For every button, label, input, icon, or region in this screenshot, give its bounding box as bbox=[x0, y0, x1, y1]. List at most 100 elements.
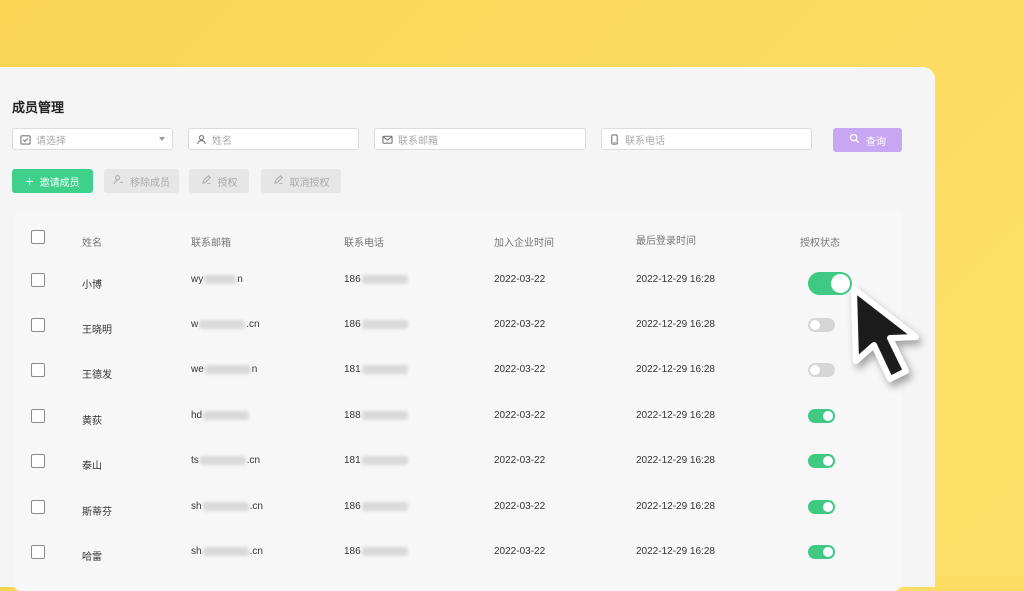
member-phone: 186 bbox=[344, 546, 409, 557]
select-all-checkbox[interactable] bbox=[31, 230, 45, 244]
masked-text bbox=[361, 501, 408, 511]
member-name: 泰山 bbox=[82, 461, 102, 472]
column-header-joined: 加入企业时间 bbox=[494, 238, 554, 249]
row-checkbox[interactable] bbox=[31, 273, 45, 287]
pen-icon bbox=[201, 174, 212, 188]
masked-text bbox=[361, 364, 408, 374]
calendar-icon bbox=[19, 133, 31, 145]
member-name: 黄荻 bbox=[82, 416, 102, 427]
phone-input-placeholder: 联系电话 bbox=[625, 135, 665, 147]
revoke-label: 取消授权 bbox=[289, 177, 330, 189]
member-last-login: 2022-12-29 16:28 bbox=[636, 319, 715, 330]
member-name: 小博 bbox=[82, 280, 102, 291]
member-phone: 186 bbox=[344, 319, 409, 330]
masked-text bbox=[202, 501, 249, 511]
name-input[interactable]: 姓名 bbox=[188, 128, 359, 150]
auth-toggle[interactable] bbox=[808, 318, 835, 332]
mail-icon bbox=[381, 133, 393, 145]
masked-text bbox=[199, 319, 246, 329]
column-header-auth-status: 授权状态 bbox=[800, 238, 840, 249]
toggle-knob bbox=[823, 547, 833, 557]
cursor-icon bbox=[846, 283, 941, 403]
masked-text bbox=[204, 274, 237, 284]
invite-member-button[interactable]: + 邀请成员 bbox=[12, 169, 93, 193]
masked-text bbox=[361, 455, 408, 465]
member-name: 王德发 bbox=[82, 370, 112, 381]
member-last-login: 2022-12-29 16:28 bbox=[636, 364, 715, 375]
email-input[interactable]: 联系邮箱 bbox=[374, 128, 586, 150]
column-header-last-login: 最后登录时间 bbox=[636, 236, 696, 247]
member-email: wy n bbox=[191, 274, 243, 285]
member-last-login: 2022-12-29 16:28 bbox=[636, 546, 715, 557]
member-phone: 181 bbox=[344, 455, 409, 466]
member-email: w .cn bbox=[191, 319, 260, 330]
member-joined-date: 2022-03-22 bbox=[494, 410, 546, 421]
member-email: we n bbox=[191, 364, 258, 375]
row-checkbox[interactable] bbox=[31, 409, 45, 423]
remove-member-label: 移除成员 bbox=[130, 177, 170, 189]
masked-text bbox=[202, 546, 249, 556]
toggle-knob bbox=[810, 320, 820, 330]
status-select-placeholder: 请选择 bbox=[36, 135, 66, 147]
masked-text bbox=[203, 410, 250, 420]
revoke-button[interactable]: 取消授权 bbox=[261, 169, 341, 193]
masked-text bbox=[204, 364, 251, 374]
plus-icon: + bbox=[25, 173, 34, 189]
masked-text bbox=[361, 546, 408, 556]
member-last-login: 2022-12-29 16:28 bbox=[636, 274, 715, 285]
name-input-placeholder: 姓名 bbox=[212, 135, 232, 147]
member-joined-date: 2022-03-22 bbox=[494, 546, 546, 557]
member-joined-date: 2022-03-22 bbox=[494, 364, 546, 375]
member-management-panel: 成员管理 请选择 姓名 联系邮箱 联系电话 查询 + 邀请成员 移除成员 授权 … bbox=[0, 67, 935, 591]
member-email: sh .cn bbox=[191, 546, 263, 557]
auth-toggle[interactable] bbox=[808, 500, 835, 514]
authorize-label: 授权 bbox=[217, 177, 238, 189]
query-button-label: 查询 bbox=[866, 136, 886, 148]
member-phone: 186 bbox=[344, 501, 409, 512]
query-button[interactable]: 查询 bbox=[833, 128, 902, 152]
member-joined-date: 2022-03-22 bbox=[494, 319, 546, 330]
auth-toggle[interactable] bbox=[808, 409, 835, 423]
member-email: hd bbox=[191, 410, 250, 421]
column-header-phone: 联系电话 bbox=[344, 238, 384, 249]
toggle-knob bbox=[823, 411, 833, 421]
member-joined-date: 2022-03-22 bbox=[494, 274, 546, 285]
masked-text bbox=[361, 410, 408, 420]
remove-member-button[interactable]: 移除成员 bbox=[104, 169, 179, 193]
member-name: 哈雷 bbox=[82, 552, 102, 563]
row-checkbox[interactable] bbox=[31, 454, 45, 468]
member-phone: 181 bbox=[344, 364, 409, 375]
row-checkbox[interactable] bbox=[31, 363, 45, 377]
authorize-button[interactable]: 授权 bbox=[189, 169, 249, 193]
row-checkbox[interactable] bbox=[31, 500, 45, 514]
member-joined-date: 2022-03-22 bbox=[494, 501, 546, 512]
status-select[interactable]: 请选择 bbox=[12, 128, 173, 150]
member-table: 姓名 联系邮箱 联系电话 加入企业时间 最后登录时间 授权状态 小博 wy n 1… bbox=[13, 211, 902, 591]
member-name: 王晓明 bbox=[82, 325, 112, 336]
page-title: 成员管理 bbox=[12, 100, 65, 115]
member-email: ts .cn bbox=[191, 455, 261, 466]
member-last-login: 2022-12-29 16:28 bbox=[636, 410, 715, 421]
auth-toggle[interactable] bbox=[808, 545, 835, 559]
member-email: sh .cn bbox=[191, 501, 263, 512]
masked-text bbox=[361, 274, 408, 284]
phone-icon bbox=[608, 133, 620, 145]
pen-icon bbox=[273, 174, 284, 188]
column-header-name: 姓名 bbox=[82, 238, 102, 249]
masked-text bbox=[199, 455, 246, 465]
chevron-down-icon bbox=[159, 137, 165, 141]
phone-input[interactable]: 联系电话 bbox=[601, 128, 812, 150]
member-joined-date: 2022-03-22 bbox=[494, 455, 546, 466]
member-name: 斯蒂芬 bbox=[82, 507, 112, 518]
member-last-login: 2022-12-29 16:28 bbox=[636, 455, 715, 466]
row-checkbox[interactable] bbox=[31, 545, 45, 559]
auth-toggle[interactable] bbox=[808, 454, 835, 468]
member-phone: 186 bbox=[344, 274, 409, 285]
email-input-placeholder: 联系邮箱 bbox=[398, 135, 438, 147]
member-phone: 188 bbox=[344, 410, 409, 421]
member-last-login: 2022-12-29 16:28 bbox=[636, 501, 715, 512]
auth-toggle[interactable] bbox=[808, 363, 835, 377]
row-checkbox[interactable] bbox=[31, 318, 45, 332]
masked-text bbox=[361, 319, 408, 329]
invite-member-label: 邀请成员 bbox=[39, 177, 80, 189]
